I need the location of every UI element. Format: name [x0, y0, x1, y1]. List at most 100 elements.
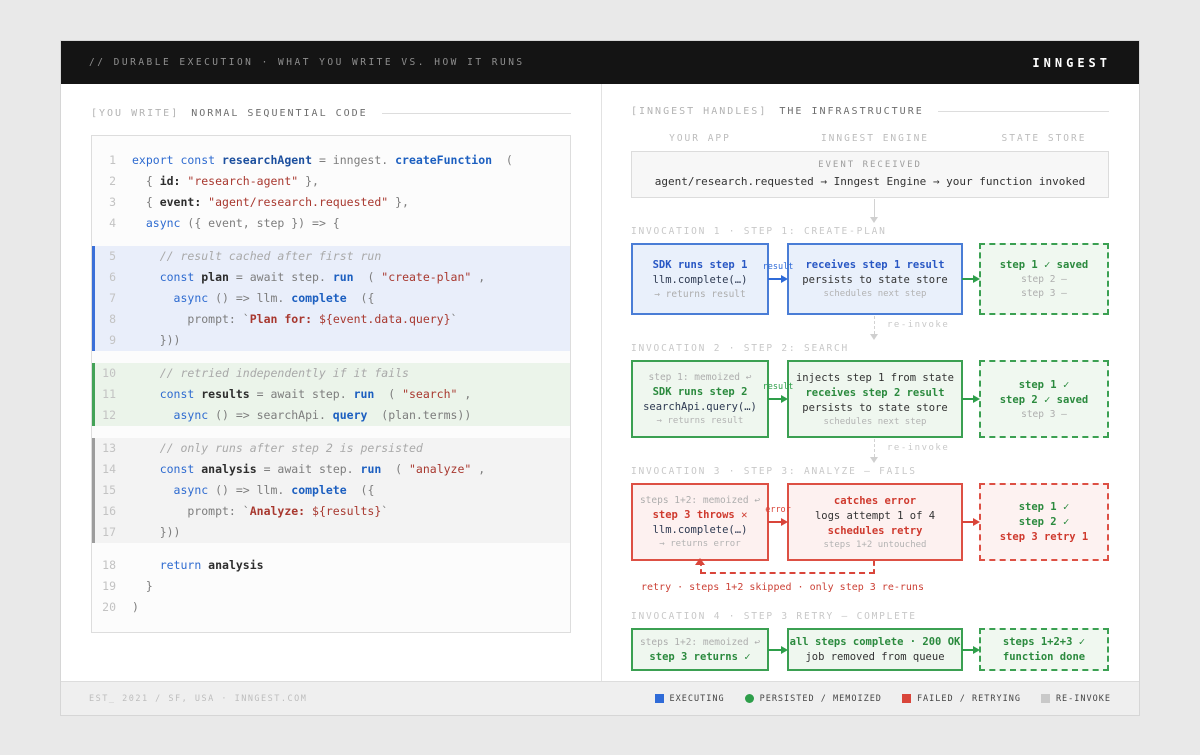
code-line: 18 return analysis — [92, 555, 570, 576]
header-title: // DURABLE EXECUTION · WHAT YOU WRITE VS… — [89, 57, 525, 68]
box-line: steps 1+2 untouched — [824, 540, 927, 550]
arrow-right-icon — [973, 395, 980, 403]
footer-bar: EST_ 2021 / SF, USA · INNGEST.COM EXECUT… — [61, 681, 1139, 715]
legend-swatch — [902, 694, 911, 703]
flow-arrow — [963, 628, 979, 671]
box-line: searchApi.query(…) — [643, 401, 757, 413]
state-store-box: steps 1+2+3 ✓function done — [979, 628, 1109, 671]
line-number: 7 — [92, 288, 132, 309]
engine-box: catches errorlogs attempt 1 of 4schedule… — [787, 483, 963, 561]
invocation-label: INVOCATION 2 · STEP 2: SEARCH — [631, 343, 1109, 354]
box-line: step 2 – — [1021, 274, 1067, 285]
invocation-row: SDK runs step 1llm.complete(…)→ returns … — [631, 243, 1109, 315]
legend-item: PERSISTED / MEMOIZED — [745, 694, 882, 704]
line-number: 2 — [92, 171, 132, 192]
app-box: step 1: memoized ↩ SDK runs step 2 searchA… — [631, 360, 769, 438]
flow-arrow — [769, 628, 787, 671]
reinvoke-arrow: re-invoke — [631, 315, 1109, 343]
flow-arrow — [963, 243, 979, 315]
code-line: 11 const results = await step. run ( "se… — [92, 384, 570, 405]
code-line: 6 const plan = await step. run ( "create… — [92, 267, 570, 288]
code-lines: 1export const researchAgent = inngest. c… — [92, 150, 570, 618]
legend-label: EXECUTING — [670, 694, 725, 704]
line-number: 5 — [92, 246, 132, 267]
app-box: steps 1+2: memoized ↩ step 3 throws ✕ llm.… — [631, 483, 769, 561]
heading-tag: [YOU WRITE] — [91, 108, 179, 119]
column-header: STATE STORE — [979, 133, 1109, 144]
box-line: logs attempt 1 of 4 — [815, 510, 935, 522]
code-text: const results = await step. run ( "searc… — [132, 384, 471, 405]
arrow-right-icon — [973, 518, 980, 526]
box-line: llm.complete(…) — [653, 524, 748, 536]
event-subtitle: agent/research.requested → Inngest Engin… — [636, 175, 1104, 188]
box-line: injects step 1 from state — [796, 372, 954, 384]
invocation-row: step 1: memoized ↩ SDK runs step 2 searchA… — [631, 360, 1109, 438]
arrow-up-icon — [695, 558, 705, 565]
code-line: 20) — [92, 597, 570, 618]
box-line: → returns error — [659, 539, 740, 549]
box-line: receives step 2 result — [805, 387, 944, 399]
flow-arrow: error — [769, 483, 787, 561]
box-line: step 2 ✓ saved — [1000, 394, 1089, 406]
arrow-right-icon — [781, 275, 788, 283]
arrow-label: result — [763, 262, 794, 272]
code-line: 9 })) — [92, 330, 570, 351]
flow-arrow — [963, 360, 979, 438]
code-text: })) — [132, 522, 180, 543]
box-line: schedules next step — [824, 289, 927, 299]
box-line: step 1 ✓ — [1019, 501, 1070, 513]
code-line: 13 // only runs after step 2 is persiste… — [92, 438, 570, 459]
brand-logo: INNGEST — [1032, 56, 1111, 70]
line-number: 17 — [92, 522, 132, 543]
box-line: step 3 – — [1021, 288, 1067, 299]
code-line: 15 async () => llm. complete ({ — [92, 480, 570, 501]
code-line: 7 async () => llm. complete ({ — [92, 288, 570, 309]
state-store-box: step 1 ✓step 2 ✓step 3 retry 1 — [979, 483, 1109, 561]
code-line: 3 { event: "agent/research.requested" }, — [92, 192, 570, 213]
legend-label: FAILED / RETRYING — [917, 694, 1021, 704]
legend-label: PERSISTED / MEMOIZED — [760, 694, 882, 704]
box-line: SDK runs step 2 — [653, 386, 748, 398]
box-line: steps 1+2: memoized ↩ — [640, 495, 760, 506]
line-number: 9 — [92, 330, 132, 351]
box-line: step 3 throws ✕ — [653, 509, 748, 521]
line-number: 8 — [92, 309, 132, 330]
box-line: persists to state store — [802, 402, 947, 414]
arrow-right-icon — [781, 395, 788, 403]
line-number: 15 — [92, 480, 132, 501]
box-line: step 1: memoized ↩ — [649, 372, 752, 383]
box-line: catches error — [834, 495, 916, 507]
code-line: 4 async ({ event, step }) => { — [92, 213, 570, 234]
app-box: steps 1+2: memoized ↩step 3 returns ✓ — [631, 628, 769, 671]
code-text: { id: "research-agent" }, — [132, 171, 319, 192]
code-text: const plan = await step. run ( "create-p… — [132, 267, 485, 288]
arrow-right-icon — [781, 646, 788, 654]
app-box: SDK runs step 1llm.complete(…)→ returns … — [631, 243, 769, 315]
code-line: 10 // retried independently if it fails — [92, 363, 570, 384]
invocations: INVOCATION 1 · STEP 1: CREATE-PLAN SDK ru… — [631, 226, 1109, 671]
page-card: // DURABLE EXECUTION · WHAT YOU WRITE VS… — [60, 40, 1140, 716]
header-bar: // DURABLE EXECUTION · WHAT YOU WRITE VS… — [61, 41, 1139, 84]
legend-label: RE-INVOKE — [1056, 694, 1111, 704]
code-line: 16 prompt: `Analyze: ${results}` — [92, 501, 570, 522]
legend-item: FAILED / RETRYING — [902, 694, 1021, 704]
box-line: all steps complete · 200 OK — [790, 636, 961, 648]
code-text: ) — [132, 597, 139, 618]
code-block: 1export const researchAgent = inngest. c… — [91, 135, 571, 633]
heading-title: THE INFRASTRUCTURE — [779, 106, 923, 117]
retry-loop: retry · steps 1+2 skipped · only step 3 … — [631, 561, 1109, 611]
invocation-label: INVOCATION 1 · STEP 1: CREATE-PLAN — [631, 226, 1109, 237]
code-text: async () => searchApi. query (plan.terms… — [132, 405, 471, 426]
line-number: 13 — [92, 438, 132, 459]
code-text: })) — [132, 330, 180, 351]
box-line: persists to state store — [802, 274, 947, 286]
box-line: function done — [1003, 651, 1085, 663]
code-text: return analysis — [132, 555, 264, 576]
arrow-down-icon — [870, 334, 878, 340]
reinvoke-label: re-invoke — [887, 320, 949, 330]
arrow-down-icon — [870, 217, 878, 223]
flow-arrow — [963, 483, 979, 561]
code-panel: [YOU WRITE] NORMAL SEQUENTIAL CODE 1expo… — [61, 84, 601, 681]
invocation-label: INVOCATION 3 · STEP 3: ANALYZE — FAILS — [631, 466, 1109, 477]
code-text: // only runs after step 2 is persisted — [132, 438, 423, 459]
